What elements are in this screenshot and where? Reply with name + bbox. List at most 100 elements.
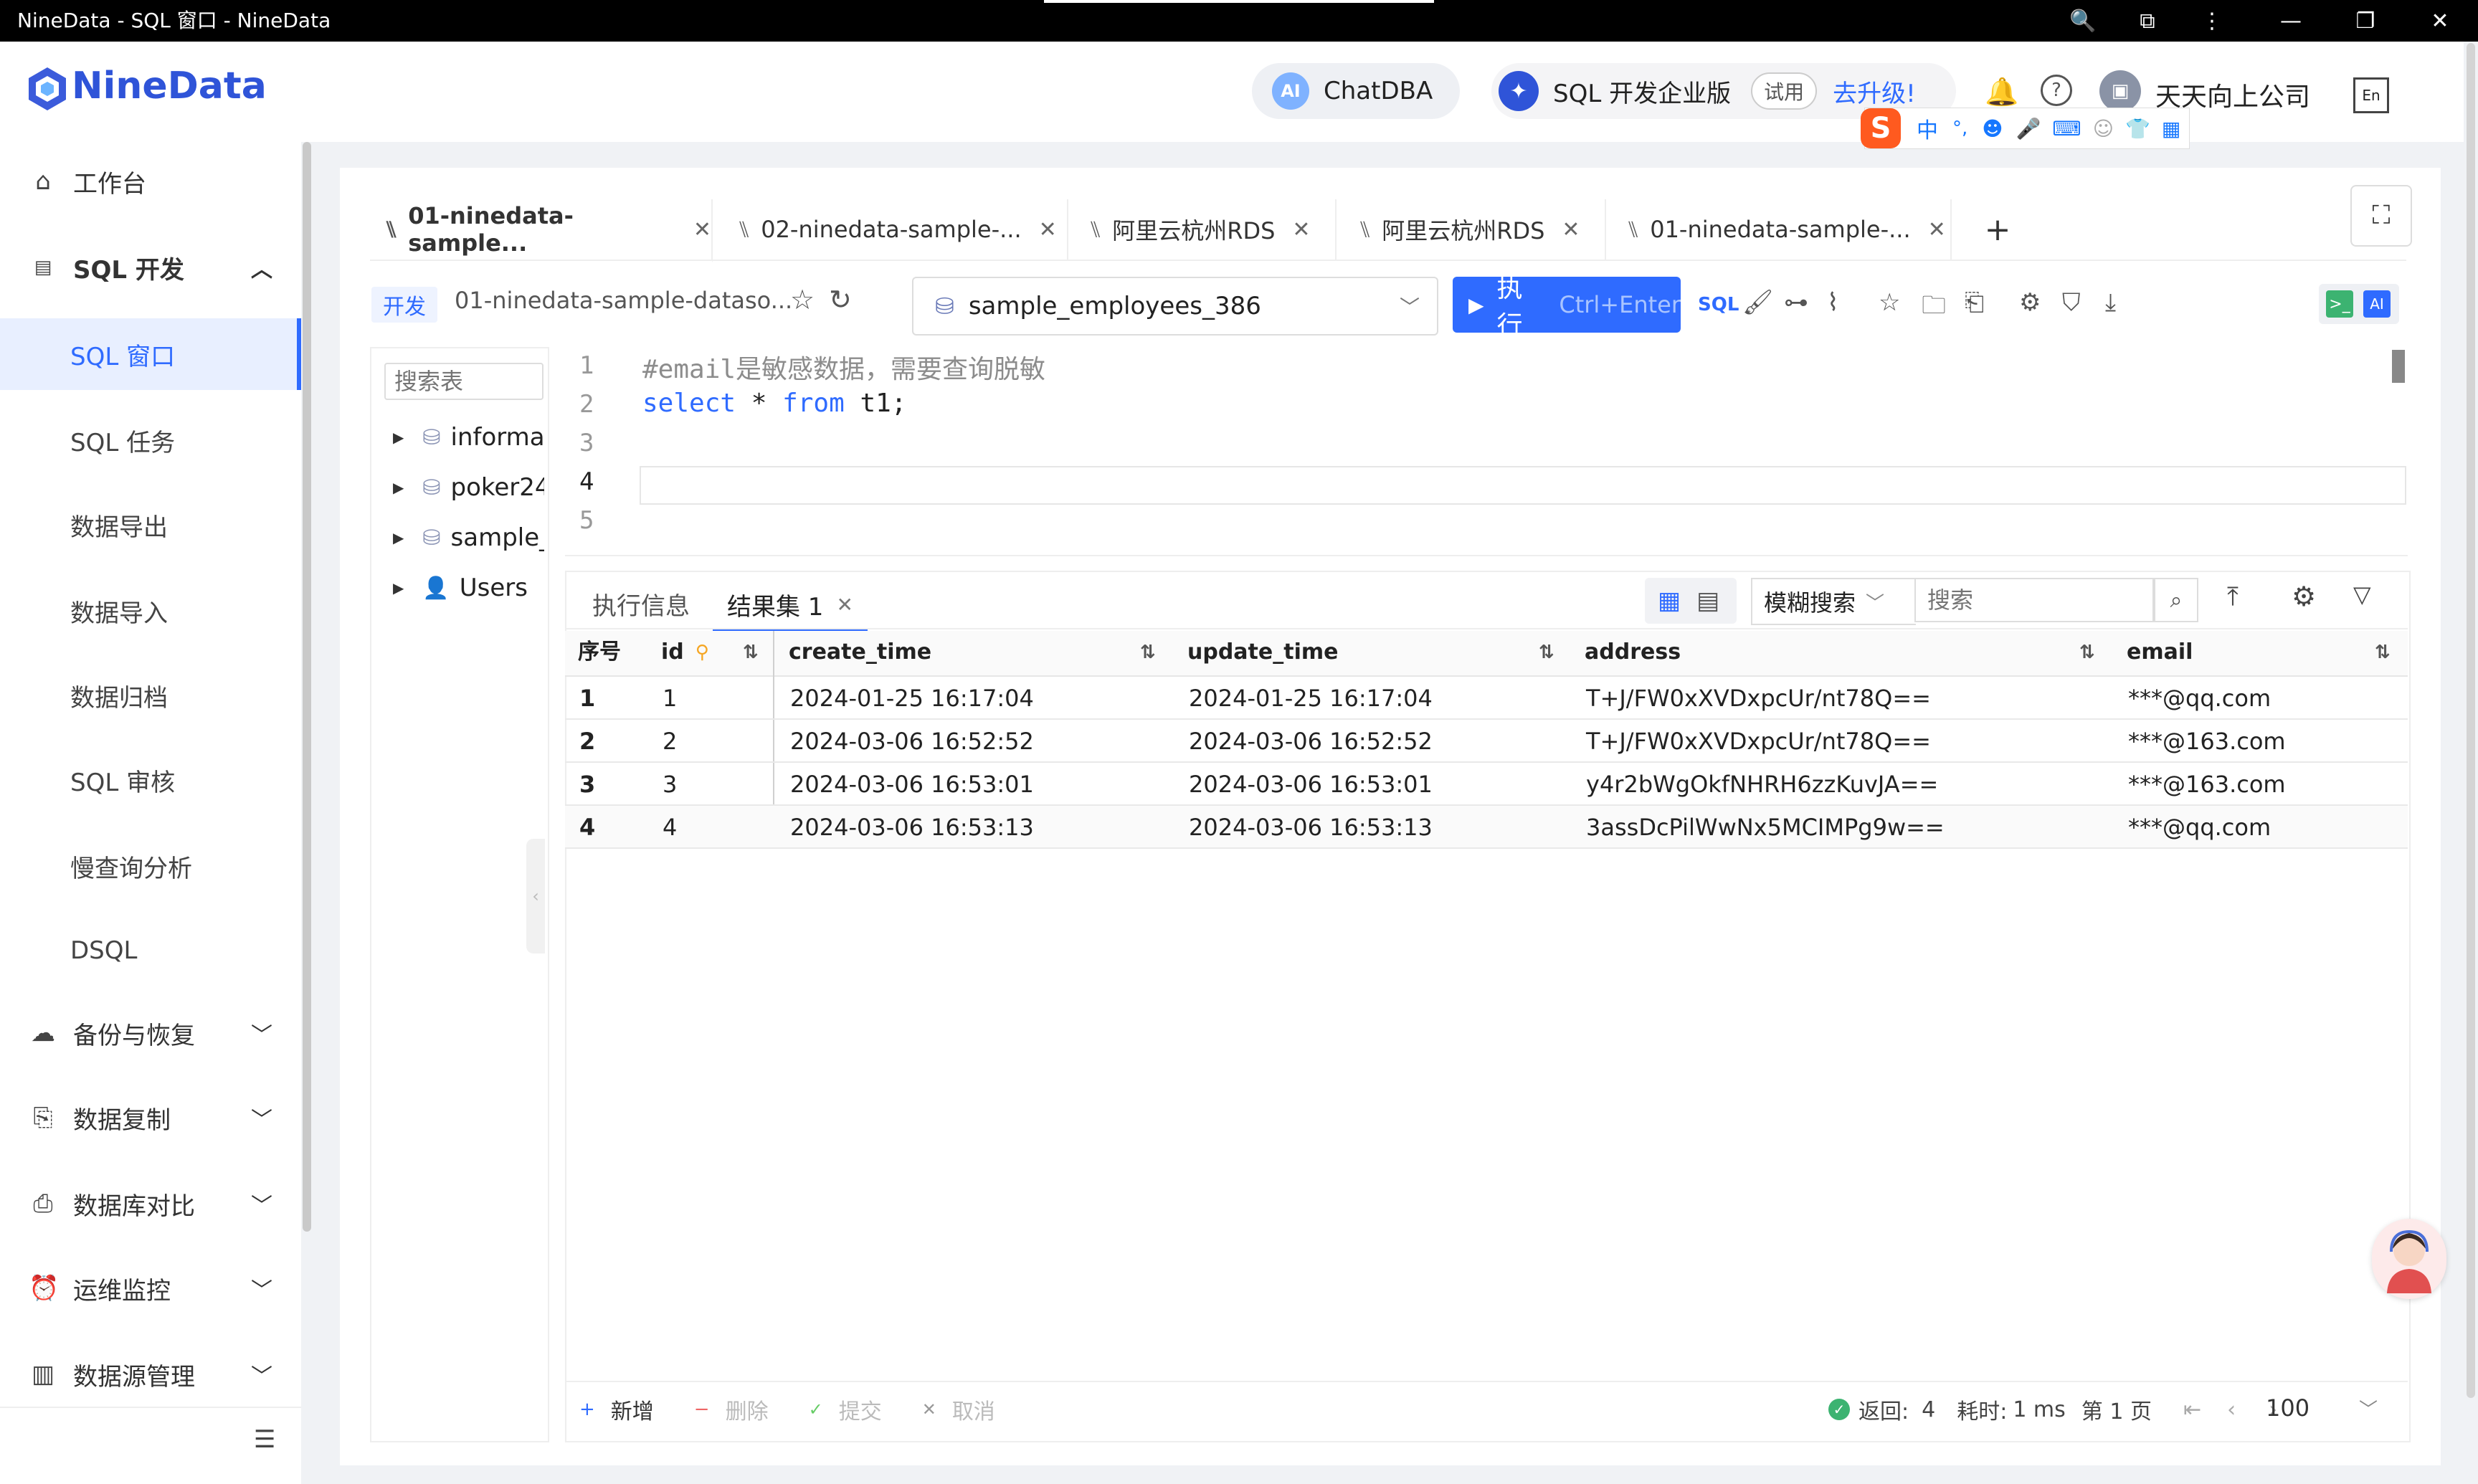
nav-sql-window[interactable]: SQL 窗口 [0, 318, 301, 390]
view-toggle[interactable]: ▦ ▤ [1645, 578, 1737, 624]
datasource-name[interactable]: 01-ninedata-sample-dataso... [455, 287, 792, 314]
bell-icon[interactable]: 🔔 [1985, 76, 2018, 108]
upgrade-link[interactable]: 去升级! [1833, 74, 1916, 109]
tab-result-set[interactable]: 结果集 1 ✕ [713, 579, 868, 632]
close-icon[interactable]: ✕ [1292, 217, 1310, 242]
tree-item-poker24[interactable]: ▶ ⛁ poker24 [393, 473, 544, 502]
delete-row-button[interactable]: − 删除 [694, 1394, 769, 1425]
star-icon[interactable]: ☆ [790, 284, 815, 315]
ime-skin-icon[interactable]: 👕 [2125, 117, 2150, 141]
brand-name[interactable]: NineData [72, 65, 267, 108]
page-size-select[interactable]: 100 ﹀ [2266, 1387, 2388, 1430]
ime-emoji-icon[interactable]: ☻ [1982, 117, 2003, 141]
result-search-input[interactable] [1914, 578, 2154, 622]
cell-create-time[interactable]: 2024-03-06 16:52:52 [790, 720, 1034, 763]
close-icon[interactable]: ✕ [693, 217, 711, 242]
submit-button[interactable]: ✓ 提交 [809, 1394, 882, 1425]
ime-toolbar[interactable]: S 中 °, ☻ 🎤 ⌨ ☺ 👕 ▦ [1861, 108, 2190, 149]
execution-plan-icon[interactable]: ⊶ [1784, 288, 1808, 317]
table-row[interactable]: 3 3 2024-03-06 16:53:01 2024-03-06 16:53… [565, 763, 2408, 806]
sidebar-scrollbar[interactable] [303, 142, 311, 1232]
cell-update-time[interactable]: 2024-03-06 16:53:13 [1189, 806, 1433, 849]
cell-create-time[interactable]: 2024-03-06 16:53:01 [790, 763, 1034, 806]
collapse-tree-handle[interactable]: ‹ [526, 839, 545, 953]
cell-update-time[interactable]: 2024-03-06 16:53:01 [1189, 763, 1433, 806]
cell-address[interactable]: 3assDcPilWwNx5MCIMPg9w== [1586, 806, 1945, 849]
tab-01-ninedata-2[interactable]: ⑊ 01-ninedata-sample-... ✕ [1606, 199, 1952, 260]
nav-ops-monitor[interactable]: ⏰ 运维监控 ﹀ [0, 1249, 301, 1328]
cell-create-time[interactable]: 2024-01-25 16:17:04 [790, 677, 1034, 720]
nav-data-export[interactable]: 数据导出 [0, 489, 301, 561]
ime-mic-icon[interactable]: 🎤 [2016, 117, 2041, 141]
caret-right-icon[interactable]: ▶ [393, 579, 404, 596]
tab-aliyun-rds-2[interactable]: ⑊ 阿里云杭州RDS ✕ [1338, 199, 1606, 260]
nav-db-compare[interactable]: ⎙ 数据库对比 ﹀ [0, 1164, 301, 1243]
close-icon[interactable]: ✕ [836, 593, 853, 617]
nav-workbench[interactable]: ⌂ 工作台 [0, 142, 301, 221]
nav-backup-restore[interactable]: ☁ 备份与恢复 ﹀ [0, 994, 301, 1072]
cell-id[interactable]: 1 [663, 677, 677, 720]
history-icon[interactable]: ⎗ [1965, 288, 1984, 317]
caret-right-icon[interactable]: ▶ [393, 479, 404, 496]
ime-logo-icon[interactable]: S [1861, 108, 1901, 148]
customer-support-avatar[interactable] [2372, 1219, 2446, 1299]
grid-view-icon[interactable]: ▦ [1658, 586, 1681, 615]
nav-data-replication[interactable]: ⎘ 数据复制 ﹀ [0, 1078, 301, 1157]
sort-icon[interactable]: ⇅ [1539, 631, 1554, 674]
sort-icon[interactable]: ⇅ [2375, 631, 2391, 674]
nav-sql-dev[interactable]: ▤ SQL 开发 ︿ [0, 228, 301, 307]
ime-chinese-icon[interactable]: 中 [1917, 113, 1938, 144]
cell-id[interactable]: 2 [663, 720, 677, 763]
nav-datasource-mgmt[interactable]: ▥ 数据源管理 ﹀ [0, 1335, 301, 1414]
tree-item-sample[interactable]: ▶ ⛁ sample_e [393, 523, 544, 552]
tab-exec-info[interactable]: 执行信息 [592, 586, 690, 622]
refresh-icon[interactable]: ↻ [829, 284, 852, 315]
cell-email[interactable]: ***@qq.com [2128, 806, 2271, 849]
folder-icon[interactable]: 🗀 [1922, 288, 1946, 329]
cell-email[interactable]: ***@qq.com [2128, 677, 2271, 720]
ime-apps-icon[interactable]: ▦ [2162, 117, 2180, 141]
zoom-icon[interactable]: 🔍 [2051, 0, 2115, 42]
sql-format-icon[interactable]: SQL [1698, 294, 1739, 315]
col-header-update-time[interactable]: update_time ⇅ [1187, 631, 1560, 674]
cell-create-time[interactable]: 2024-03-06 16:53:13 [790, 806, 1034, 849]
fullscreen-icon[interactable]: ⛶ [2350, 185, 2412, 247]
terminal-icon[interactable]: >_ [2326, 290, 2353, 318]
ime-user-icon[interactable]: ☺ [2093, 117, 2114, 141]
cell-address[interactable]: y4r2bWgOkfNHRH6zzKuvJA== [1586, 763, 1938, 806]
add-row-button[interactable]: + 新增 [579, 1394, 654, 1425]
sort-icon[interactable]: ⇅ [743, 631, 759, 674]
run-button[interactable]: ▶ 执行 Ctrl+Enter [1453, 274, 1681, 341]
col-header-id[interactable]: id ⚲ ⇅ [661, 631, 761, 674]
sort-icon[interactable]: ⇅ [1140, 631, 1156, 674]
extension-icon[interactable]: ⧉ [2115, 0, 2180, 42]
help-icon[interactable]: ? [2041, 75, 2072, 106]
search-icon[interactable]: ⌕ [2154, 578, 2198, 622]
new-tab-button[interactable]: + [1962, 199, 2033, 260]
prev-page-icon[interactable]: ‹ [2227, 1397, 2236, 1422]
favorite-icon[interactable]: ☆ [1879, 288, 1900, 317]
nav-sql-task[interactable]: SQL 任务 [0, 404, 301, 476]
cancel-button[interactable]: ✕ 取消 [922, 1394, 995, 1425]
editor-scrollbar[interactable] [2392, 350, 2405, 383]
table-search-input[interactable] [384, 363, 543, 400]
paint-brush-icon[interactable]: 🖌 [1742, 288, 1773, 317]
cell-email[interactable]: ***@163.com [2128, 763, 2286, 806]
cell-id[interactable]: 3 [663, 763, 677, 806]
more-menu-icon[interactable]: ⋮ [2180, 0, 2244, 42]
chart-icon[interactable]: ⌇ [1827, 288, 1839, 317]
caret-right-icon[interactable]: ▶ [393, 429, 404, 446]
table-row[interactable]: 4 4 2024-03-06 16:53:13 2024-03-06 16:53… [565, 806, 2408, 849]
tab-02-ninedata[interactable]: ⑊ 02-ninedata-sample-... ✕ [717, 199, 1068, 260]
close-icon[interactable]: ✕ [1039, 217, 1057, 242]
table-row[interactable]: 2 2 2024-03-06 16:52:52 2024-03-06 16:52… [565, 720, 2408, 763]
table-row[interactable]: 1 1 2024-01-25 16:17:04 2024-01-25 16:17… [565, 677, 2408, 720]
ai-assistant-icon[interactable]: AI [2363, 290, 2391, 318]
cell-id[interactable]: 4 [663, 806, 677, 849]
cell-update-time[interactable]: 2024-03-06 16:52:52 [1189, 720, 1433, 763]
cell-address[interactable]: T+J/FW0xXVDxpcUr/nt78Q== [1586, 677, 1931, 720]
tab-01-ninedata-active[interactable]: ⑊ 01-ninedata-sample... ✕ [370, 199, 713, 262]
ninedata-logo-icon[interactable] [27, 66, 67, 112]
cell-address[interactable]: T+J/FW0xXVDxpcUr/nt78Q== [1586, 720, 1931, 763]
search-mode-select[interactable]: 模糊搜索 ﹀ [1751, 578, 1916, 625]
